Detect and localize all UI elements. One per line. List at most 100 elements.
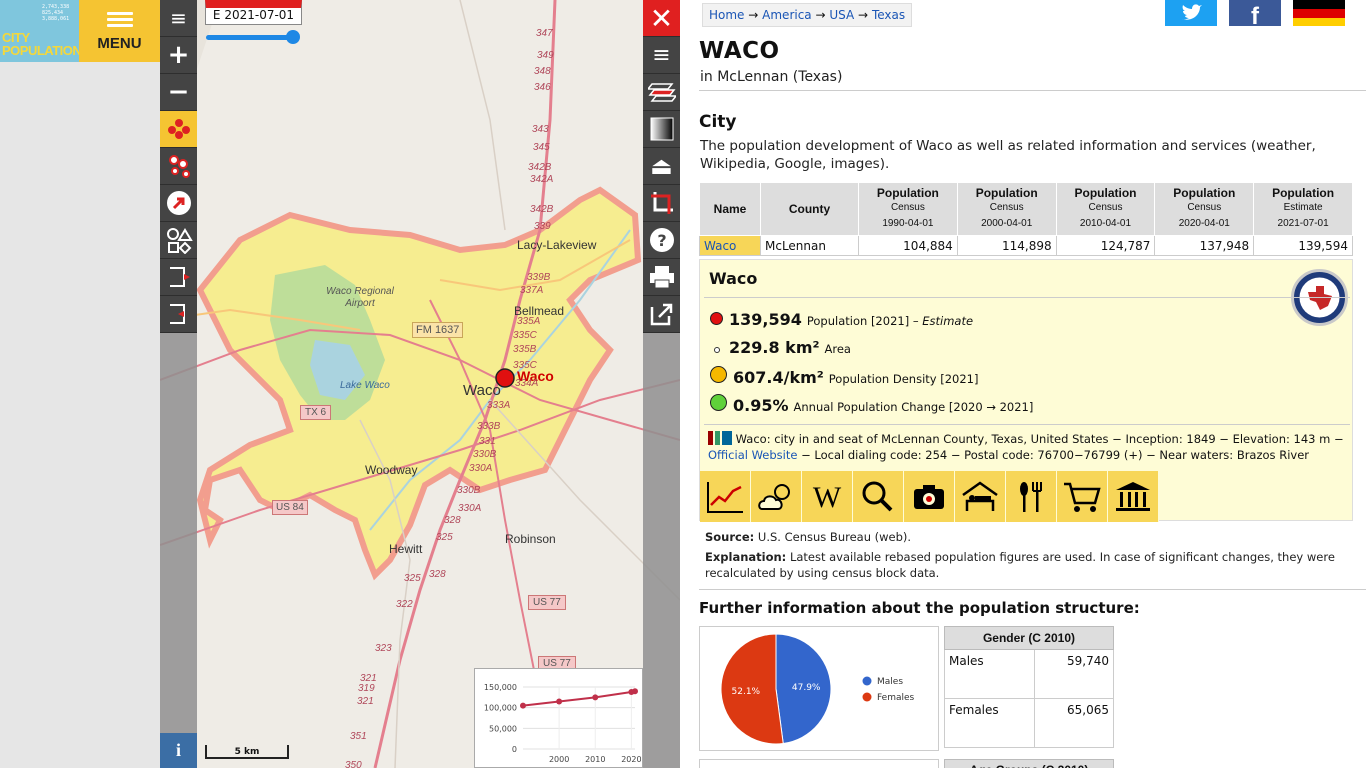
table-row: Females 65,065 [943,698,1114,748]
zoom-out-button[interactable]: − [160,74,197,111]
map-label-tx6: TX 6 [300,405,332,420]
section-heading-structure: Further information about the population… [699,599,1140,617]
tool-shapes[interactable] [160,222,197,259]
zoom-in-button[interactable]: + [160,37,197,74]
col-county[interactable]: County [760,182,859,236]
density-value: 607.4/km² [733,368,824,387]
density-dot-icon [710,366,727,383]
left-margin [0,62,160,768]
tool-population-circles[interactable] [160,111,197,148]
exit-label: 343 [532,124,549,135]
facebook-button[interactable]: f [1229,0,1281,30]
mini-chart-ytick: 0 [512,745,517,754]
divider [699,90,1366,91]
official-website-link[interactable]: Official Website [708,448,797,462]
change-value: 0.95% [733,396,789,415]
density-label: Population Density [2021] [828,372,979,386]
hotel-button[interactable] [955,471,1006,522]
exit-label: 339B [527,272,551,283]
next-chart-box [699,759,939,768]
restaurant-button[interactable] [1006,471,1057,522]
close-map-button[interactable]: ✕ [643,0,680,37]
images-button[interactable] [904,471,955,522]
shopping-button[interactable] [1057,471,1108,522]
time-slider[interactable] [206,30,301,44]
table-row[interactable]: Waco McLennan 104,884 114,898 124,787 13… [699,235,1353,256]
tool-crop[interactable] [643,185,680,222]
tool-gradient[interactable] [643,111,680,148]
col-pop-2021[interactable]: Population Estimate 2021-07-01 [1253,182,1353,236]
tool-export-right[interactable] [160,259,197,296]
city-description: Waco: city in and seat of McLennan Count… [708,431,1348,463]
wikipedia-button[interactable]: W [802,471,853,522]
chart-button[interactable] [700,471,751,522]
list-icon: ≡ [170,6,187,30]
hotel-icon [962,480,998,511]
cell-name[interactable]: Waco [699,235,761,256]
map-label-us77: US 77 [528,595,566,610]
print-button[interactable] [643,259,680,296]
help-icon: ? [649,228,674,252]
site-logo[interactable]: 2,743,338 825,434 3,888,061 CITY POPULATION [0,0,79,62]
pie-data-label: 47.9% [792,683,821,693]
col-pop-1990[interactable]: Population Census 1990-04-01 [858,182,958,236]
gender-value-males: 59,740 [1034,649,1114,699]
breadcrumb-usa[interactable]: USA [829,8,854,22]
exit-label: 328 [429,569,446,580]
tool-layers[interactable] [643,74,680,111]
col-pop-2020[interactable]: Population Census 2020-04-01 [1154,182,1255,236]
tool-eject[interactable]: ⏏ [643,148,680,185]
map-label-lacy-lakeview: Lacy-Lakeview [517,238,597,252]
search-button[interactable] [853,471,904,522]
mini-chart-ytick: 50,000 [489,724,517,733]
mini-chart-ytick: 150,000 [484,683,517,692]
tool-export-left[interactable] [160,296,197,333]
museum-button[interactable] [1108,471,1159,522]
exit-label: 350 [345,760,362,768]
export-left-icon [169,304,185,324]
menu-button[interactable]: MENU [79,0,160,62]
service-icons-row: W [700,471,1159,522]
city-info-card: Waco 139,594 Population [2021] – Estimat… [699,259,1353,522]
share-button[interactable] [643,296,680,333]
population-table: Name County Population Census 1990-04-01 P… [699,182,1353,256]
info-icon: i [175,740,181,760]
population-circles-icon [167,119,190,139]
source-note: Source: U.S. Census Bureau (web). [705,529,1345,545]
gender-pie-chart: 47.9% Males 52.1% Females [699,626,939,751]
tool-list[interactable]: ≡ [160,0,197,37]
col-pop-2000[interactable]: Population Census 2000-04-01 [956,182,1057,236]
next-table-title: Age Groups (C 2010) [945,760,1113,768]
map-canvas[interactable] [160,0,680,768]
breadcrumb-texas[interactable]: Texas [872,8,905,22]
breadcrumb-america[interactable]: America [762,8,812,22]
weather-icon [758,483,790,510]
pie-svg: 47.9% Males 52.1% Females [720,633,915,745]
exit-label: 337A [520,285,544,296]
exit-label: 342A [530,174,554,185]
map-panel[interactable]: Waco Waco Lacy-Lakeview Bellmead Woodway… [160,0,680,768]
col-pop-2010[interactable]: Population Census 2010-04-01 [1055,182,1156,236]
help-button[interactable]: ? [643,222,680,259]
german-language-button[interactable] [1293,0,1345,26]
area-value: 229.8 km² [729,338,820,357]
breadcrumb: Home → America → USA → Texas [702,3,913,27]
breadcrumb-home[interactable]: Home [709,8,744,22]
tool-list-right[interactable]: ≡ [643,37,680,74]
map-label-hewitt: Hewitt [389,542,423,556]
facebook-icon: f [1251,3,1260,30]
tool-arrow[interactable] [160,185,197,222]
fact-area: 229.8 km² Area [710,338,851,357]
twitter-button[interactable] [1165,0,1217,26]
mini-chart-xtick: 2010 [585,755,605,764]
next-table-header: Age Groups (C 2010) [944,759,1114,768]
description-text: Waco: city in and seat of McLennan Count… [735,432,1344,446]
logo-numbers: 2,743,338 825,434 3,888,061 [42,4,70,22]
info-button[interactable]: i [160,733,197,768]
tool-dots[interactable] [160,148,197,185]
weather-button[interactable] [751,471,802,522]
explanation-label: Explanation: [705,550,787,564]
exit-label: 321 [357,696,374,707]
col-name[interactable]: Name [699,182,761,236]
exit-label: 335C [513,330,537,341]
